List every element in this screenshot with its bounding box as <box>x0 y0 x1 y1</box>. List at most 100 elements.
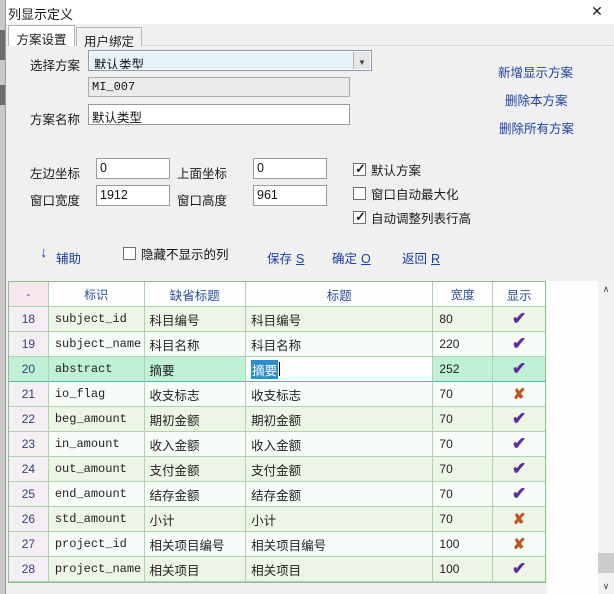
scroll-up-icon[interactable]: ∧ <box>598 281 614 297</box>
width-cell[interactable]: 70 <box>433 407 493 432</box>
scroll-down-icon[interactable]: ∨ <box>598 578 614 594</box>
hide-columns-checkbox-row[interactable]: 隐藏不显示的列 <box>123 241 229 265</box>
delete-all-schemes-link[interactable]: 删除所有方案 <box>499 118 574 137</box>
title-cell[interactable]: 结存金额 <box>246 482 433 507</box>
table-row[interactable]: 18subject_id科目编号科目编号80✔ <box>9 307 545 332</box>
default-title-cell[interactable]: 摘要 <box>145 357 247 382</box>
field-id-cell[interactable]: std_amount <box>49 507 145 532</box>
show-cell[interactable]: ✔ <box>493 482 545 507</box>
default-title-cell[interactable]: 结存金额 <box>145 482 247 507</box>
hide-columns-checkbox[interactable] <box>123 247 136 260</box>
default-title-cell[interactable]: 科目编号 <box>145 307 247 332</box>
width-cell[interactable]: 100 <box>433 557 493 582</box>
default-scheme-checkbox[interactable] <box>353 163 366 176</box>
show-cell[interactable]: ✔ <box>493 432 545 457</box>
table-row[interactable]: 26std_amount小计小计70✘ <box>9 507 545 532</box>
width-cell[interactable]: 70 <box>433 457 493 482</box>
header-title[interactable]: 标题 <box>246 282 433 307</box>
window-height-input[interactable]: 961 <box>253 185 327 206</box>
show-cell[interactable]: ✔ <box>493 457 545 482</box>
default-title-cell[interactable]: 相关项目编号 <box>145 532 247 557</box>
left-coord-input[interactable]: 0 <box>96 158 170 179</box>
table-row[interactable]: 25end_amount结存金额结存金额70✔ <box>9 482 545 507</box>
field-id-cell[interactable]: out_amount <box>49 457 145 482</box>
field-id-cell[interactable]: end_amount <box>49 482 145 507</box>
title-cell[interactable]: 期初金额 <box>246 407 433 432</box>
auto-maximize-checkbox[interactable] <box>353 187 366 200</box>
default-title-cell[interactable]: 小计 <box>145 507 247 532</box>
table-row[interactable]: 28project_name相关项目相关项目100✔ <box>9 557 545 582</box>
width-cell[interactable]: 252 <box>433 357 493 382</box>
save-button[interactable]: 保存S <box>267 248 304 267</box>
title-cell[interactable]: 相关项目编号 <box>246 532 433 557</box>
header-width[interactable]: 宽度 <box>433 282 493 307</box>
table-row[interactable]: 22beg_amount期初金额期初金额70✔ <box>9 407 545 432</box>
width-cell[interactable]: 70 <box>433 382 493 407</box>
row-number-cell[interactable]: 23 <box>9 432 49 457</box>
table-row[interactable]: 20abstract摘要摘要252✔ <box>9 357 545 382</box>
field-id-cell[interactable]: in_amount <box>49 432 145 457</box>
show-cell[interactable]: ✘ <box>493 507 545 532</box>
show-cell[interactable]: ✔ <box>493 332 545 357</box>
top-coord-input[interactable]: 0 <box>253 158 327 179</box>
vertical-scrollbar[interactable]: ∧ ∨ <box>598 281 614 594</box>
title-cell[interactable]: 科目编号 <box>246 307 433 332</box>
default-scheme-checkbox-row[interactable]: 默认方案 <box>353 157 421 181</box>
row-number-cell[interactable]: 18 <box>9 307 49 332</box>
scrollbar-thumb[interactable] <box>598 553 614 573</box>
title-cell[interactable]: 收入金额 <box>246 432 433 457</box>
table-row[interactable]: 21io_flag收支标志收支标志70✘ <box>9 382 545 407</box>
show-cell[interactable]: ✔ <box>493 307 545 332</box>
table-row[interactable]: 27project_id相关项目编号相关项目编号100✘ <box>9 532 545 557</box>
row-number-cell[interactable]: 28 <box>9 557 49 582</box>
row-number-cell[interactable]: 22 <box>9 407 49 432</box>
title-cell[interactable]: 收支标志 <box>246 382 433 407</box>
delete-this-scheme-link[interactable]: 删除本方案 <box>505 90 568 109</box>
tab-user-binding[interactable]: 用户绑定 <box>76 27 142 46</box>
width-cell[interactable]: 70 <box>433 482 493 507</box>
table-row[interactable]: 24out_amount支付金额支付金额70✔ <box>9 457 545 482</box>
close-icon[interactable]: ✕ <box>584 1 610 22</box>
header-row-number[interactable]: - <box>9 282 49 307</box>
row-number-cell[interactable]: 20 <box>9 357 49 382</box>
show-cell[interactable]: ✔ <box>493 407 545 432</box>
title-cell[interactable]: 相关项目 <box>246 557 433 582</box>
tab-scheme-settings[interactable]: 方案设置 <box>8 25 75 46</box>
add-display-scheme-link[interactable]: 新增显示方案 <box>498 62 573 81</box>
header-field-id[interactable]: 标识 <box>49 282 145 307</box>
width-cell[interactable]: 70 <box>433 432 493 457</box>
window-width-input[interactable]: 1912 <box>96 185 170 206</box>
title-cell[interactable]: 小计 <box>246 507 433 532</box>
auto-row-height-checkbox-row[interactable]: 自动调整列表行高 <box>353 205 471 229</box>
field-id-cell[interactable]: subject_id <box>49 307 145 332</box>
field-id-cell[interactable]: project_id <box>49 532 145 557</box>
show-cell[interactable]: ✘ <box>493 382 545 407</box>
row-number-cell[interactable]: 19 <box>9 332 49 357</box>
title-edit-cell[interactable]: 摘要 <box>246 357 433 382</box>
assist-link[interactable]: 辅助 <box>56 248 81 267</box>
row-number-cell[interactable]: 25 <box>9 482 49 507</box>
default-title-cell[interactable]: 收入金额 <box>145 432 247 457</box>
field-id-cell[interactable]: abstract <box>49 357 145 382</box>
default-title-cell[interactable]: 相关项目 <box>145 557 247 582</box>
default-title-cell[interactable]: 收支标志 <box>145 382 247 407</box>
default-title-cell[interactable]: 科目名称 <box>145 332 247 357</box>
row-number-cell[interactable]: 21 <box>9 382 49 407</box>
ok-button[interactable]: 确定O <box>332 248 371 267</box>
row-number-cell[interactable]: 27 <box>9 532 49 557</box>
width-cell[interactable]: 220 <box>433 332 493 357</box>
show-cell[interactable]: ✘ <box>493 532 545 557</box>
scheme-name-input[interactable]: 默认类型 <box>88 104 350 125</box>
show-cell[interactable]: ✔ <box>493 557 545 582</box>
row-number-cell[interactable]: 24 <box>9 457 49 482</box>
row-number-cell[interactable]: 26 <box>9 507 49 532</box>
field-id-cell[interactable]: beg_amount <box>49 407 145 432</box>
header-show[interactable]: 显示 <box>493 282 545 307</box>
field-id-cell[interactable]: project_name <box>49 557 145 582</box>
field-id-cell[interactable]: subject_name <box>49 332 145 357</box>
title-cell[interactable]: 支付金额 <box>246 457 433 482</box>
width-cell[interactable]: 100 <box>433 532 493 557</box>
table-row[interactable]: 19subject_name科目名称科目名称220✔ <box>9 332 545 357</box>
field-id-cell[interactable]: io_flag <box>49 382 145 407</box>
combobox-dropdown-button[interactable]: ▼ <box>353 52 370 69</box>
